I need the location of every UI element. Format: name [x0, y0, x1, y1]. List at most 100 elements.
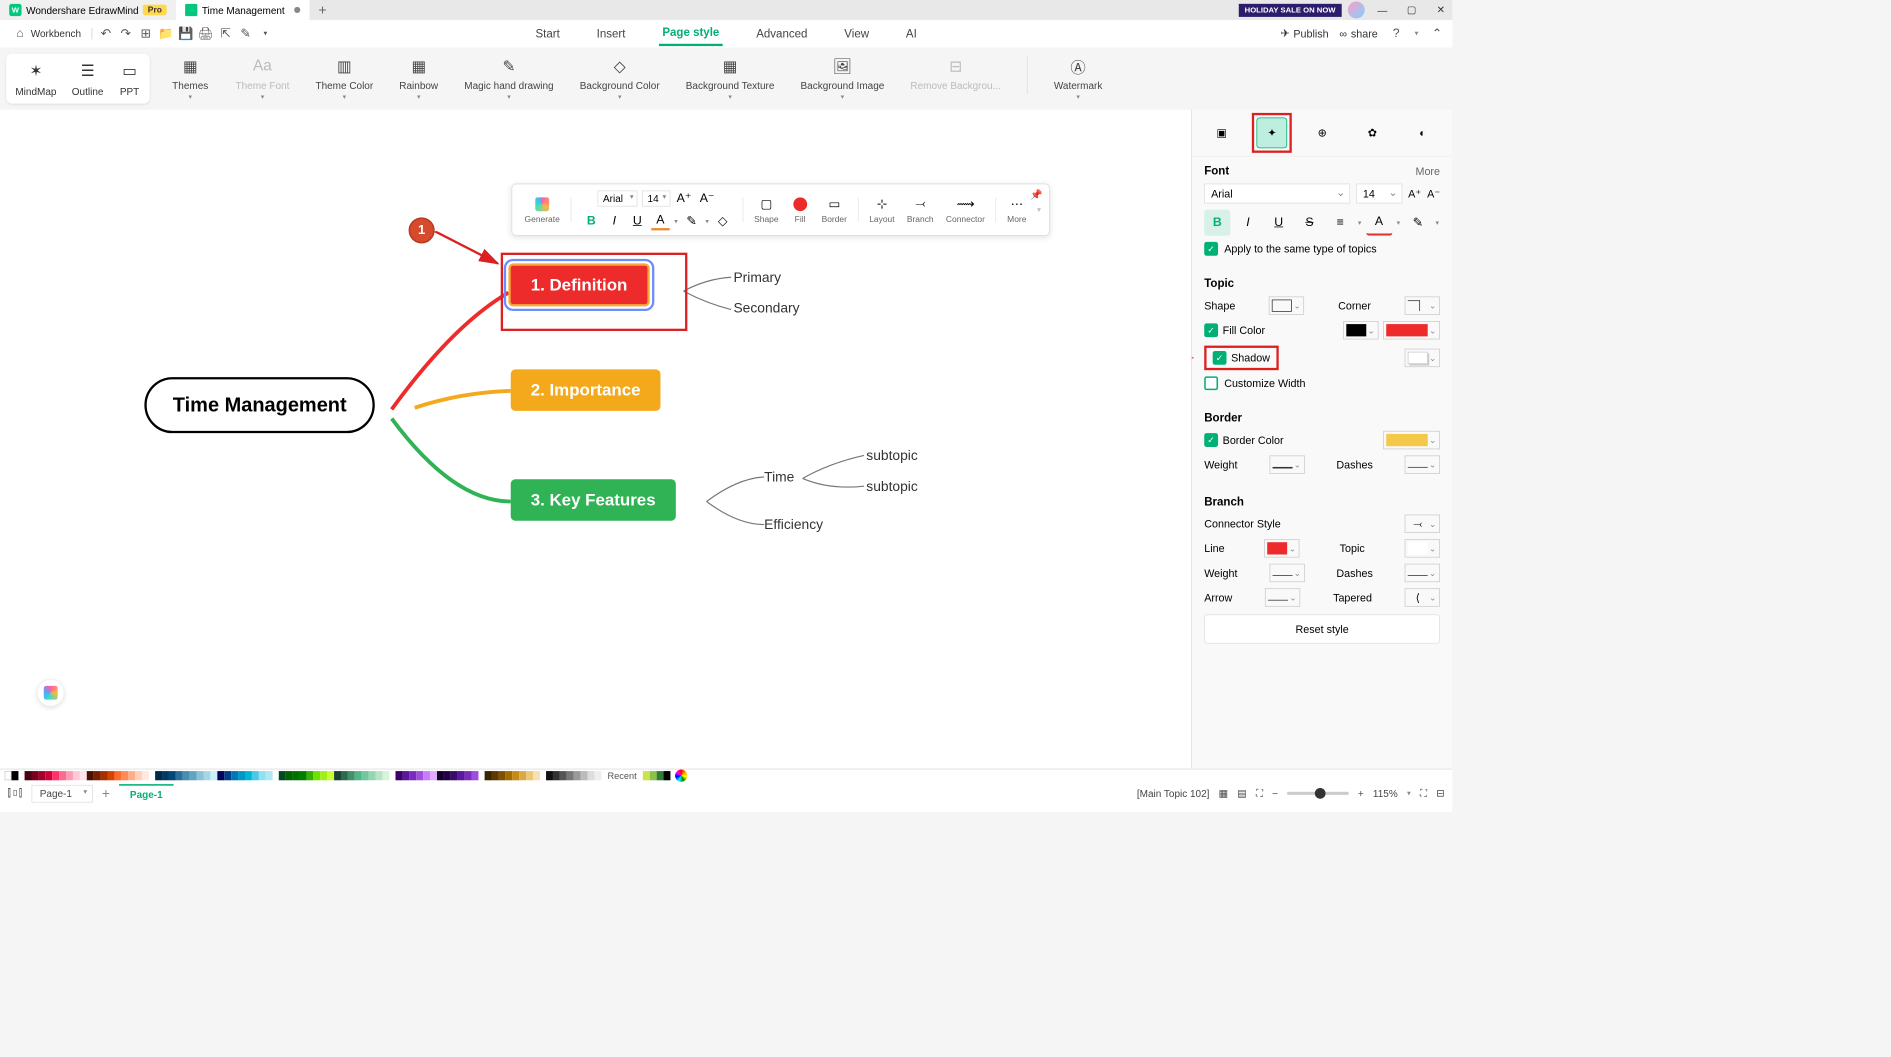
align-button[interactable]: ≡ — [1327, 210, 1353, 236]
node-definition[interactable]: 1. Definition — [508, 263, 649, 306]
mode-mindmap[interactable]: ✶MindMap — [15, 60, 56, 98]
more-qat-icon[interactable]: ▾ — [258, 26, 273, 41]
open-icon[interactable]: 📁 — [158, 26, 173, 41]
ribbon-bg-texture[interactable]: ▦Background Texture▾ — [686, 55, 775, 101]
pin-icon[interactable]: 📌 — [1030, 189, 1042, 201]
ft-more[interactable]: ⋯More — [1003, 195, 1031, 224]
redo-icon[interactable]: ↷ — [118, 26, 133, 41]
strike-button[interactable]: S — [1296, 210, 1322, 236]
highlight-button[interactable]: ✎ — [1405, 210, 1431, 236]
fill-color-select[interactable] — [1383, 321, 1440, 339]
zoom-out-button[interactable]: − — [1272, 788, 1278, 800]
font-size-select[interactable]: 14 — [1356, 184, 1402, 204]
new-icon[interactable]: ⊞ — [138, 26, 153, 41]
branch-dashes-select[interactable] — [1405, 564, 1440, 582]
font-decrease-icon[interactable]: A⁻ — [1427, 187, 1440, 200]
border-dashes-select[interactable] — [1405, 455, 1440, 473]
fill-color-checkbox[interactable]: ✓ — [1204, 323, 1218, 337]
ft-generate[interactable]: Generate — [520, 195, 564, 224]
panel-tab-clock[interactable]: ◐ — [1407, 118, 1438, 149]
node-primary[interactable]: Primary — [733, 270, 781, 286]
view-grid-icon[interactable]: ▦ — [1219, 787, 1228, 799]
connector-style-select[interactable]: ⤙ — [1405, 515, 1440, 533]
print-icon[interactable]: 🖨 — [198, 26, 213, 41]
node-subtopic-2[interactable]: subtopic — [866, 478, 917, 494]
border-weight-select[interactable] — [1269, 455, 1304, 473]
topic-color-select[interactable] — [1405, 539, 1440, 557]
tapered-select[interactable]: ⟨ — [1405, 588, 1440, 606]
border-color-checkbox[interactable]: ✓ — [1204, 433, 1218, 447]
mode-ppt[interactable]: ▭PPT — [119, 60, 141, 98]
ft-size-select[interactable]: 14 — [642, 190, 670, 206]
panel-tab-pin[interactable]: ⊕ — [1307, 118, 1338, 149]
line-color-select[interactable] — [1264, 539, 1299, 557]
ribbon-bg-image[interactable]: 🖼Background Image▾ — [800, 55, 884, 101]
undo-icon[interactable]: ↶ — [98, 26, 113, 41]
reset-style-button[interactable]: Reset style — [1204, 614, 1440, 643]
underline-button[interactable]: U — [1266, 210, 1292, 236]
help-icon[interactable]: ? — [1389, 26, 1404, 41]
publish-button[interactable]: ✈Publish — [1280, 27, 1328, 40]
ft-font-select[interactable]: Arial — [598, 190, 638, 206]
holiday-badge[interactable]: HOLIDAY SALE ON NOW — [1239, 3, 1342, 16]
font-more-link[interactable]: More — [1415, 165, 1440, 177]
corner-select[interactable] — [1405, 296, 1440, 314]
page-tab[interactable]: Page-1 — [119, 784, 173, 803]
ft-branch[interactable]: ⤙Branch — [902, 195, 938, 224]
ft-fill[interactable]: Fill — [786, 195, 814, 224]
app-tab[interactable]: W Wondershare EdrawMind Pro — [0, 0, 176, 20]
share-button[interactable]: ∞share — [1339, 27, 1377, 39]
exit-icon[interactable]: ⊟ — [1436, 787, 1444, 799]
ai-assistant-bubble[interactable] — [37, 679, 65, 707]
font-color-icon[interactable]: A — [651, 212, 669, 230]
italic-icon[interactable]: I — [605, 212, 623, 230]
node-key-features[interactable]: 3. Key Features — [511, 479, 676, 520]
font-increase-icon[interactable]: A⁺ — [675, 189, 693, 207]
font-decrease-icon[interactable]: A⁻ — [698, 189, 716, 207]
ribbon-themes[interactable]: ▦Themes▾ — [171, 55, 209, 101]
home-button[interactable]: ⌂Workbench — [8, 23, 86, 45]
border-color-select[interactable] — [1383, 431, 1440, 449]
zoom-level[interactable]: 115% — [1373, 788, 1398, 800]
color-strip[interactable]: Recent — [0, 770, 1452, 782]
arrow-select[interactable] — [1265, 588, 1300, 606]
node-center[interactable]: Time Management — [144, 377, 375, 433]
bold-icon[interactable]: B — [582, 212, 600, 230]
view-list-icon[interactable]: ▤ — [1237, 787, 1246, 799]
ft-shape[interactable]: ▢Shape — [750, 195, 784, 224]
ribbon-theme-font[interactable]: AaTheme Font▾ — [236, 55, 290, 101]
node-importance[interactable]: 2. Importance — [511, 369, 661, 410]
add-page-button[interactable]: + — [102, 785, 110, 801]
ribbon-watermark[interactable]: ⒶWatermark▾ — [1054, 55, 1102, 101]
font-family-select[interactable]: Arial — [1204, 184, 1350, 204]
ribbon-bg-color[interactable]: ◇Background Color▾ — [580, 55, 660, 101]
ft-connector[interactable]: ⟿Connector — [941, 195, 989, 224]
ribbon-rainbow[interactable]: ▦Rainbow▾ — [399, 55, 438, 101]
shadow-checkbox[interactable]: ✓ — [1213, 351, 1227, 365]
maximize-icon[interactable]: ▢ — [1400, 0, 1423, 20]
node-secondary[interactable]: Secondary — [733, 300, 799, 316]
apply-same-checkbox[interactable]: ✓ — [1204, 242, 1218, 256]
page-select[interactable]: Page-1 — [31, 785, 92, 803]
branch-weight-select[interactable] — [1269, 564, 1304, 582]
panel-tab-gear[interactable]: ✿ — [1357, 118, 1388, 149]
font-color-button[interactable]: A — [1366, 210, 1392, 236]
ribbon-theme-color[interactable]: ▥Theme Color▾ — [315, 55, 373, 101]
node-efficiency[interactable]: Efficiency — [764, 517, 823, 533]
import-icon[interactable]: ✎ — [238, 26, 253, 41]
export-icon[interactable]: ⇱ — [218, 26, 233, 41]
avatar[interactable] — [1348, 2, 1365, 19]
canvas[interactable]: 📌 Generate Arial 14 A⁺ A⁻ B I U A▾ ✎▾ — [0, 110, 1191, 768]
ribbon-magic-hand[interactable]: ✎Magic hand drawing▾ — [464, 55, 553, 101]
font-increase-icon[interactable]: A⁺ — [1408, 187, 1421, 200]
pages-icon[interactable]: ⫿▯⫿ — [8, 787, 22, 799]
fill-pattern-select[interactable] — [1343, 321, 1378, 339]
italic-button[interactable]: I — [1235, 210, 1261, 236]
close-icon[interactable]: ✕ — [1429, 0, 1452, 20]
underline-icon[interactable]: U — [628, 212, 646, 230]
new-tab-button[interactable]: + — [309, 2, 336, 18]
collapse-ribbon-icon[interactable]: ⌃ — [1429, 26, 1444, 41]
fit-icon[interactable]: ⛶ — [1256, 787, 1263, 799]
customize-width-checkbox[interactable] — [1204, 376, 1218, 390]
zoom-slider[interactable] — [1287, 792, 1348, 795]
